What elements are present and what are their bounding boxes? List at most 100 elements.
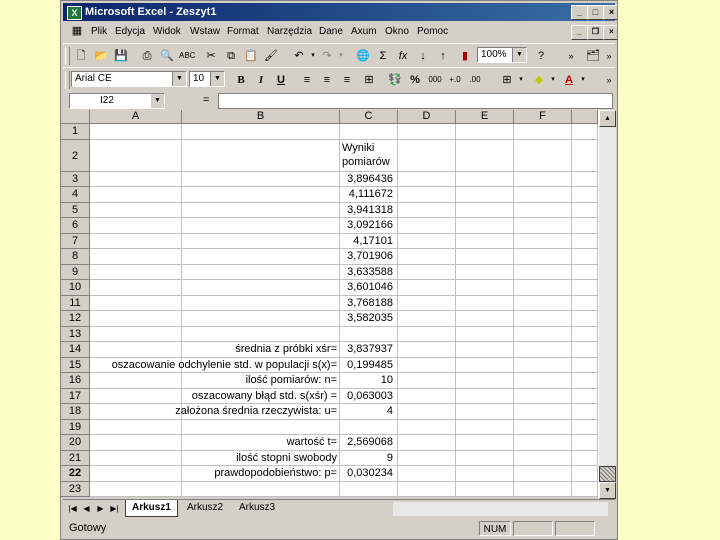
cell-g4[interactable] bbox=[572, 187, 598, 203]
redo-dropdown-icon[interactable]: ▾ bbox=[333, 48, 349, 64]
doc-close-button[interactable]: × bbox=[603, 25, 617, 40]
cell-e13[interactable] bbox=[456, 326, 514, 342]
cell-d15[interactable] bbox=[398, 357, 456, 373]
format-painter-icon[interactable]: 🖌 bbox=[263, 48, 279, 64]
paste-icon[interactable]: 📋 bbox=[243, 48, 259, 64]
cell-f12[interactable] bbox=[514, 311, 572, 327]
row-header-12[interactable]: 12 bbox=[61, 311, 90, 327]
cell-f5[interactable] bbox=[514, 202, 572, 218]
last-sheet-icon[interactable]: ▶| bbox=[109, 503, 120, 515]
cell-b17[interactable]: oszacowany błąd std. s(xśr) = bbox=[182, 388, 340, 404]
menu-okno[interactable]: Okno bbox=[385, 26, 409, 37]
cell-e22[interactable] bbox=[456, 466, 514, 482]
toolbar-grip[interactable] bbox=[65, 47, 70, 65]
function-icon[interactable]: fx bbox=[395, 48, 411, 64]
cell-a8[interactable] bbox=[90, 249, 182, 265]
column-header-e[interactable]: E bbox=[456, 110, 514, 124]
cell-g11[interactable] bbox=[572, 295, 598, 311]
cell-e10[interactable] bbox=[456, 280, 514, 296]
cell-d10[interactable] bbox=[398, 280, 456, 296]
open-folder-icon[interactable]: 📂 bbox=[93, 48, 109, 64]
cell-b16[interactable]: ilość pomiarów: n= bbox=[182, 373, 340, 389]
row-header-10[interactable]: 10 bbox=[61, 280, 90, 296]
cell-c16[interactable]: 10 bbox=[340, 373, 398, 389]
close-button[interactable]: × bbox=[603, 5, 617, 20]
row-header-14[interactable]: 14 bbox=[61, 342, 90, 358]
cell-f2[interactable] bbox=[514, 139, 572, 172]
cell-b12[interactable] bbox=[182, 311, 340, 327]
row-header-13[interactable]: 13 bbox=[61, 326, 90, 342]
row-header-1[interactable]: 1 bbox=[61, 124, 90, 140]
cell-b7[interactable] bbox=[182, 233, 340, 249]
first-sheet-icon[interactable]: |◀ bbox=[67, 503, 78, 515]
menu-format[interactable]: Format bbox=[227, 26, 259, 37]
cell-e23[interactable] bbox=[456, 481, 514, 497]
cell-c20[interactable]: 2,569068 bbox=[340, 435, 398, 451]
more-buttons-icon[interactable]: » bbox=[563, 48, 579, 64]
cell-b21[interactable]: ilość stopni swobody bbox=[182, 450, 340, 466]
cell-e17[interactable] bbox=[456, 388, 514, 404]
cell-e15[interactable] bbox=[456, 357, 514, 373]
cell-f14[interactable] bbox=[514, 342, 572, 358]
cell-a11[interactable] bbox=[90, 295, 182, 311]
more-buttons-icon-2[interactable]: » bbox=[601, 48, 617, 64]
cell-f18[interactable] bbox=[514, 404, 572, 420]
font-size-combo[interactable]: 10 ▼ bbox=[189, 71, 225, 87]
cell-a20[interactable] bbox=[90, 435, 182, 451]
thousands-button[interactable]: 000 bbox=[427, 72, 443, 88]
next-sheet-icon[interactable]: ▶ bbox=[95, 503, 106, 515]
drawing-icon[interactable]: 🗂 bbox=[585, 48, 601, 64]
cell-g3[interactable] bbox=[572, 171, 598, 187]
cell-e11[interactable] bbox=[456, 295, 514, 311]
row-header-19[interactable]: 19 bbox=[61, 419, 90, 435]
cell-b19[interactable] bbox=[182, 419, 340, 435]
scroll-down-icon[interactable]: ▼ bbox=[599, 482, 616, 499]
cell-d23[interactable] bbox=[398, 481, 456, 497]
cell-c21[interactable]: 9 bbox=[340, 450, 398, 466]
cell-d22[interactable] bbox=[398, 466, 456, 482]
cell-d2[interactable] bbox=[398, 139, 456, 172]
vertical-scrollbar[interactable]: ▲ ▼ bbox=[598, 110, 616, 499]
chevron-down-icon[interactable]: ▼ bbox=[512, 48, 526, 62]
cell-c2[interactable]: Wyniki pomiarów bbox=[340, 139, 398, 172]
toolbar-grip-2[interactable] bbox=[65, 71, 70, 89]
cell-d3[interactable] bbox=[398, 171, 456, 187]
cell-c22[interactable]: 0,030234 bbox=[340, 466, 398, 482]
sort-descending-icon[interactable]: ↑ bbox=[435, 48, 451, 64]
cell-b1[interactable] bbox=[182, 124, 340, 140]
cell-a9[interactable] bbox=[90, 264, 182, 280]
cell-e12[interactable] bbox=[456, 311, 514, 327]
cell-c5[interactable]: 3,941318 bbox=[340, 202, 398, 218]
column-header-g[interactable] bbox=[572, 110, 598, 124]
borders-dropdown-icon[interactable]: ▾ bbox=[513, 72, 529, 88]
cell-b14[interactable]: średnia z próbki xśr= bbox=[182, 342, 340, 358]
cell-e1[interactable] bbox=[456, 124, 514, 140]
menu-narzedzia[interactable]: Narzędzia bbox=[267, 26, 312, 37]
cell-c11[interactable]: 3,768188 bbox=[340, 295, 398, 311]
menu-edycja[interactable]: Edycja bbox=[115, 26, 145, 37]
cell-f16[interactable] bbox=[514, 373, 572, 389]
spelling-icon[interactable]: ABC bbox=[179, 48, 195, 64]
cell-f13[interactable] bbox=[514, 326, 572, 342]
cell-f7[interactable] bbox=[514, 233, 572, 249]
cell-e5[interactable] bbox=[456, 202, 514, 218]
cell-e3[interactable] bbox=[456, 171, 514, 187]
row-header-11[interactable]: 11 bbox=[61, 295, 90, 311]
row-header-8[interactable]: 8 bbox=[61, 249, 90, 265]
row-header-5[interactable]: 5 bbox=[61, 202, 90, 218]
merge-center-icon[interactable]: ⊞ bbox=[361, 72, 377, 88]
cell-a17[interactable] bbox=[90, 388, 182, 404]
hyperlink-icon[interactable]: 🌐 bbox=[355, 48, 371, 64]
cell-f19[interactable] bbox=[514, 419, 572, 435]
cell-c17[interactable]: 0,063003 bbox=[340, 388, 398, 404]
row-header-20[interactable]: 20 bbox=[61, 435, 90, 451]
cell-b18[interactable]: założona średnia rzeczywista: u= bbox=[175, 404, 340, 420]
column-header-f[interactable]: F bbox=[514, 110, 572, 124]
cell-g6[interactable] bbox=[572, 218, 598, 234]
cell-b5[interactable] bbox=[182, 202, 340, 218]
copy-icon[interactable]: ⧉ bbox=[223, 48, 239, 64]
new-document-icon[interactable]: 🗋 bbox=[73, 48, 89, 64]
cell-c19[interactable] bbox=[340, 419, 398, 435]
column-header-b[interactable]: B bbox=[182, 110, 340, 124]
cell-e18[interactable] bbox=[456, 404, 514, 420]
